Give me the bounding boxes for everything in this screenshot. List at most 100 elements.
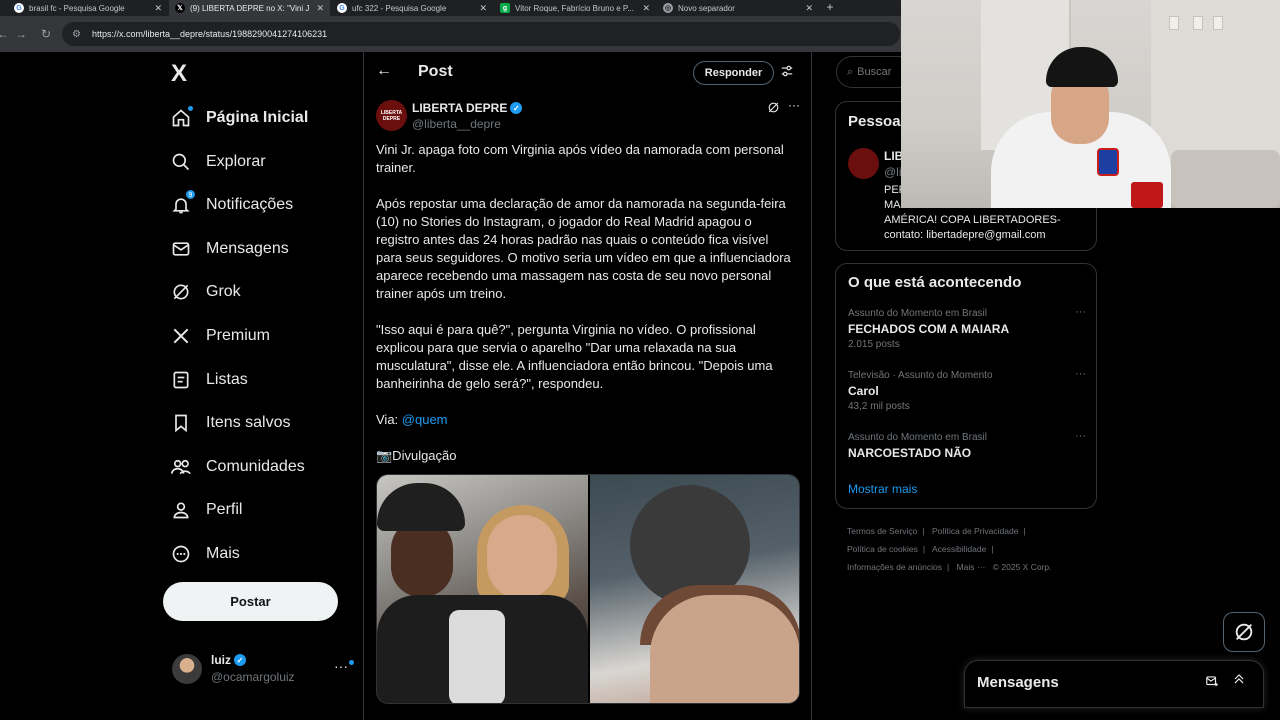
nav-item-premium[interactable]: Premium (170, 318, 350, 354)
post-photo-2[interactable] (590, 475, 799, 703)
x-icon: 𝕏 (175, 3, 185, 13)
via-link[interactable]: @quem (402, 412, 448, 427)
back-icon[interactable]: ← (0, 24, 12, 44)
browser-tab[interactable]: g Vitor Roque, Fabrício Bruno e P... ✕ (494, 0, 656, 16)
more-circle-icon (170, 543, 192, 565)
nav-item-messages[interactable]: Mensagens (170, 231, 350, 267)
trends-title: O que está acontecendo (848, 274, 1022, 291)
nav-item-explore[interactable]: Explorar (170, 144, 350, 180)
google-icon: G (14, 3, 24, 13)
avatar (172, 654, 202, 684)
webcam-overlay (901, 0, 1280, 208)
new-tab-button[interactable]: + (823, 0, 837, 16)
photo-credit: 📷Divulgação (376, 448, 457, 463)
home-icon (170, 105, 194, 129)
trend-more-icon[interactable]: ··· (1075, 430, 1086, 442)
post-more-icon[interactable]: ··· (788, 98, 800, 112)
browser-tab[interactable]: G ufc 322 - Pesquisa Google ✕ (331, 0, 493, 16)
ge-icon: g (500, 3, 510, 13)
communities-icon (170, 456, 192, 478)
show-more-link[interactable]: Mostrar mais (848, 482, 917, 496)
reply-settings-icon[interactable] (780, 64, 794, 81)
bell-icon: 9 (170, 189, 196, 216)
tab-close-icon[interactable]: ✕ (805, 3, 813, 14)
bookmark-icon (170, 412, 192, 434)
notification-badge: 9 (185, 189, 196, 200)
person-icon (170, 499, 192, 521)
trend-more-icon[interactable]: ··· (1075, 368, 1086, 380)
nav-item-bookmarks[interactable]: Itens salvos (170, 405, 350, 441)
footer-link[interactable]: Política de cookies (847, 544, 918, 554)
nav-item-notifications[interactable]: 9 Notificações (170, 187, 350, 223)
nav-item-more[interactable]: Mais (170, 536, 350, 572)
footer-links: Termos de Serviço | Política de Privacida… (847, 526, 1052, 572)
footer-link[interactable]: Acessibilidade (932, 544, 986, 554)
suggested-avatar[interactable] (848, 148, 879, 179)
post-paragraph: Vini Jr. apaga foto com Virginia após ví… (376, 142, 784, 175)
forward-icon[interactable]: → (12, 24, 30, 44)
mail-icon (170, 238, 192, 260)
account-more-icon[interactable]: ··· (334, 658, 354, 674)
x-premium-icon (170, 325, 192, 347)
chrome-icon: ◎ (663, 3, 673, 13)
address-bar[interactable]: ⚙ https://x.com/liberta__depre/status/19… (62, 22, 900, 46)
tab-close-icon[interactable]: ✕ (642, 3, 650, 14)
post-header: ← Post Responder (364, 52, 811, 94)
tab-close-icon[interactable]: ✕ (316, 3, 324, 14)
post-photo-1[interactable] (377, 475, 588, 703)
messages-drawer[interactable]: Mensagens (964, 660, 1264, 708)
trend-item[interactable]: Assunto do Momento em Brasil FECHADOS CO… (848, 306, 1088, 350)
nav-item-home[interactable]: Página Inicial (170, 100, 350, 136)
new-message-icon[interactable] (1205, 674, 1219, 691)
grok-float-button[interactable] (1223, 612, 1265, 652)
footer-link[interactable]: Política de Privacidade (932, 526, 1018, 536)
account-switcher[interactable]: luiz ✓ @ocamargoluiz ··· (172, 650, 354, 690)
account-name: luiz (211, 653, 231, 667)
x-logo[interactable]: X (171, 60, 187, 88)
verified-icon: ✓ (510, 102, 523, 114)
nav-item-grok[interactable]: Grok (170, 274, 350, 310)
post-column: ← Post Responder LIBERTA DEPRE LIBERTA D… (363, 52, 812, 720)
reply-button[interactable]: Responder (693, 61, 774, 85)
trend-item[interactable]: Televisão · Assunto do Momento Carol 43,… (848, 368, 1088, 412)
footer-link[interactable]: Mais ··· (957, 562, 986, 572)
page-title: Post (418, 63, 453, 80)
author-avatar[interactable]: LIBERTA DEPRE (376, 100, 407, 131)
browser-tab[interactable]: G brasil fc - Pesquisa Google ✕ (8, 0, 168, 16)
author-handle[interactable]: @liberta__depre (412, 117, 501, 131)
post-button[interactable]: Postar (163, 582, 338, 621)
post-media (376, 474, 800, 704)
tab-close-icon[interactable]: ✕ (479, 3, 487, 14)
post-paragraph: "Isso aqui é para quê?", pergunta Virgin… (376, 322, 773, 391)
nav-item-profile[interactable]: Perfil (170, 492, 350, 528)
search-input[interactable]: ⌕ Buscar (836, 56, 906, 88)
account-handle: @ocamargoluiz (211, 670, 295, 684)
reload-icon[interactable]: ↻ (37, 24, 55, 44)
verified-icon: ✓ (234, 654, 246, 666)
search-icon (170, 151, 192, 173)
browser-tab[interactable]: ◎ Novo separador ✕ (657, 0, 819, 16)
url-text: https://x.com/liberta__depre/status/1988… (92, 29, 328, 39)
browser-tab-active[interactable]: 𝕏 (9) LIBERTA DEPRE no X: "Vini J... ✕ (169, 0, 330, 16)
footer-link[interactable]: Informações de anúncios (847, 562, 942, 572)
tab-close-icon[interactable]: ✕ (154, 3, 162, 14)
back-arrow-icon[interactable]: ← (376, 62, 392, 80)
copyright: © 2025 X Corp. (992, 562, 1052, 572)
google-icon: G (337, 3, 347, 13)
messages-drawer-title: Mensagens (977, 674, 1059, 691)
grok-explain-icon[interactable] (767, 101, 780, 117)
expand-chevron-icon[interactable] (1232, 672, 1246, 689)
site-settings-icon[interactable]: ⚙ (72, 29, 86, 40)
post-text: Vini Jr. apaga foto com Virginia após ví… (376, 141, 794, 483)
nav-item-lists[interactable]: Listas (170, 362, 350, 398)
author-name: LIBERTA DEPRE (412, 101, 508, 115)
grok-icon (1235, 623, 1253, 641)
trend-more-icon[interactable]: ··· (1075, 306, 1086, 318)
suggested-handle: @li (884, 165, 902, 179)
nav-item-communities[interactable]: Comunidades (170, 449, 350, 485)
trend-item[interactable]: Assunto do Momento em Brasil NARCOESTADO… (848, 430, 1088, 460)
footer-link[interactable]: Termos de Serviço (847, 526, 917, 536)
trends-card: O que está acontecendo Assunto do Moment… (835, 263, 1097, 509)
via-label: Via: (376, 412, 402, 427)
post-paragraph: Após repostar uma declaração de amor da … (376, 196, 791, 301)
